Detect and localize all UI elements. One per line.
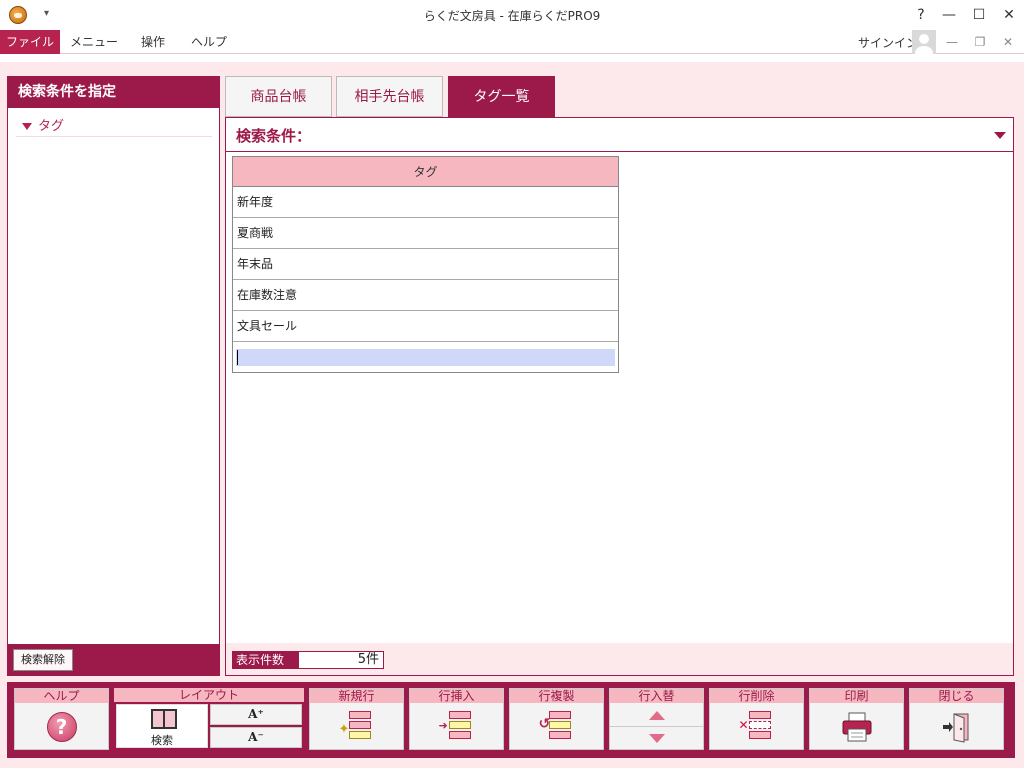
printer-icon: [842, 712, 871, 742]
search-condition-panel: 検索条件を指定 タグ: [7, 76, 220, 675]
table-row[interactable]: 文具セール: [233, 311, 618, 342]
close-window-button[interactable]: ✕: [994, 4, 1024, 26]
copy-row-label: 行複製: [510, 689, 603, 703]
new-row-button[interactable]: 新規行 ✦: [309, 688, 404, 750]
layout-search-label: 検索: [151, 734, 173, 747]
tab-partner-ledger[interactable]: 相手先台帳: [336, 76, 443, 117]
mdi-restore-button[interactable]: ❐: [968, 32, 992, 52]
table-row[interactable]: 年末品: [233, 249, 618, 280]
delete-row-icon: ✕: [739, 710, 775, 744]
search-condition-bar[interactable]: 検索条件：: [226, 118, 1013, 152]
swap-row-label: 行入替: [610, 689, 703, 703]
print-button[interactable]: 印刷: [809, 688, 904, 750]
menu-help[interactable]: ヘルプ: [186, 30, 232, 54]
new-row-editor[interactable]: [233, 342, 618, 372]
layout-label: レイアウト: [114, 688, 304, 702]
help-window-button[interactable]: ?: [906, 4, 936, 26]
swap-row-button[interactable]: 行入替: [609, 688, 704, 750]
dropdown-arrow-icon[interactable]: [994, 132, 1006, 139]
close-label: 閉じる: [910, 689, 1003, 703]
tree-expand-icon[interactable]: [22, 123, 32, 130]
tab-product-ledger[interactable]: 商品台帳: [225, 76, 332, 117]
table-row[interactable]: 在庫数注意: [233, 280, 618, 311]
font-larger-button[interactable]: A⁺: [210, 704, 302, 725]
tree-item-tag[interactable]: タグ: [16, 115, 212, 137]
mdi-minimize-button[interactable]: —: [940, 32, 964, 52]
tree-item-label: タグ: [38, 119, 65, 134]
window-title: らくだ文房具 - 在庫らくだPRO9: [423, 9, 601, 23]
insert-row-button[interactable]: 行挿入 ➜: [409, 688, 504, 750]
layout-group: レイアウト 検索 A⁺ A⁻: [114, 688, 304, 750]
delete-row-button[interactable]: 行削除 ✕: [709, 688, 804, 750]
table-row[interactable]: 夏商戦: [233, 218, 618, 249]
left-panel-footer: 検索解除: [7, 644, 220, 676]
tag-grid: タグ 新年度 夏商戦 年末品 在庫数注意 文具セール: [232, 156, 619, 373]
maximize-button[interactable]: ☐: [964, 4, 994, 26]
main-frame: 検索条件を指定 タグ 検索解除 商品台帳 相手先台帳 タグ一覧 検索条件： タグ…: [0, 62, 1024, 768]
font-smaller-button[interactable]: A⁻: [210, 727, 302, 748]
help-button-label: ヘルプ: [15, 689, 108, 703]
menu-menu[interactable]: メニュー: [68, 30, 120, 54]
record-count-strip: 表示件数 5件: [226, 643, 1013, 675]
menu-operation[interactable]: 操作: [134, 30, 172, 54]
menu-bar: ファイル メニュー 操作 ヘルプ サインイン: [0, 30, 1024, 54]
print-label: 印刷: [810, 689, 903, 703]
help-icon: ?: [46, 712, 77, 742]
signin-link[interactable]: サインイン: [858, 34, 918, 51]
insert-row-icon: ➜: [439, 710, 475, 744]
new-row-icon: ✦: [339, 710, 375, 744]
layout-search-button[interactable]: 検索: [116, 704, 208, 748]
exit-door-icon: [942, 713, 968, 743]
search-condition-label: 検索条件：: [236, 127, 312, 145]
tag-list-content: 検索条件： タグ 新年度 夏商戦 年末品 在庫数注意 文具セール 表示件数 5件: [225, 117, 1014, 676]
minimize-button[interactable]: —: [934, 4, 964, 26]
mdi-close-button[interactable]: ✕: [996, 32, 1020, 52]
swap-up-icon[interactable]: [648, 711, 665, 720]
help-button[interactable]: ヘルプ ?: [14, 688, 109, 750]
close-button[interactable]: 閉じる: [909, 688, 1004, 750]
swap-down-icon[interactable]: [648, 733, 665, 743]
avatar-icon[interactable]: [912, 30, 936, 54]
column-header-tag[interactable]: タグ: [233, 157, 618, 187]
bottom-toolbar: ヘルプ ? レイアウト 検索 A⁺ A⁻ 新規行 ✦ 行挿入 ➜ 行複製 ↺ 行…: [7, 682, 1015, 758]
record-count-label: 表示件数: [232, 651, 298, 669]
record-count-value: 5件: [298, 651, 384, 669]
delete-row-label: 行削除: [710, 689, 803, 703]
menu-file[interactable]: ファイル: [0, 30, 60, 54]
title-bar: ▾ らくだ文房具 - 在庫らくだPRO9 ? — ☐ ✕: [0, 0, 1024, 30]
search-condition-title: 検索条件を指定: [8, 77, 219, 108]
table-row[interactable]: 新年度: [233, 187, 618, 218]
layout-split-icon: [151, 709, 177, 729]
new-row-label: 新規行: [310, 689, 403, 703]
new-row-input[interactable]: [236, 349, 615, 366]
copy-row-icon: ↺: [539, 710, 575, 744]
copy-row-button[interactable]: 行複製 ↺: [509, 688, 604, 750]
tab-tag-list[interactable]: タグ一覧: [448, 76, 555, 117]
insert-row-label: 行挿入: [410, 689, 503, 703]
clear-search-button[interactable]: 検索解除: [13, 649, 73, 671]
